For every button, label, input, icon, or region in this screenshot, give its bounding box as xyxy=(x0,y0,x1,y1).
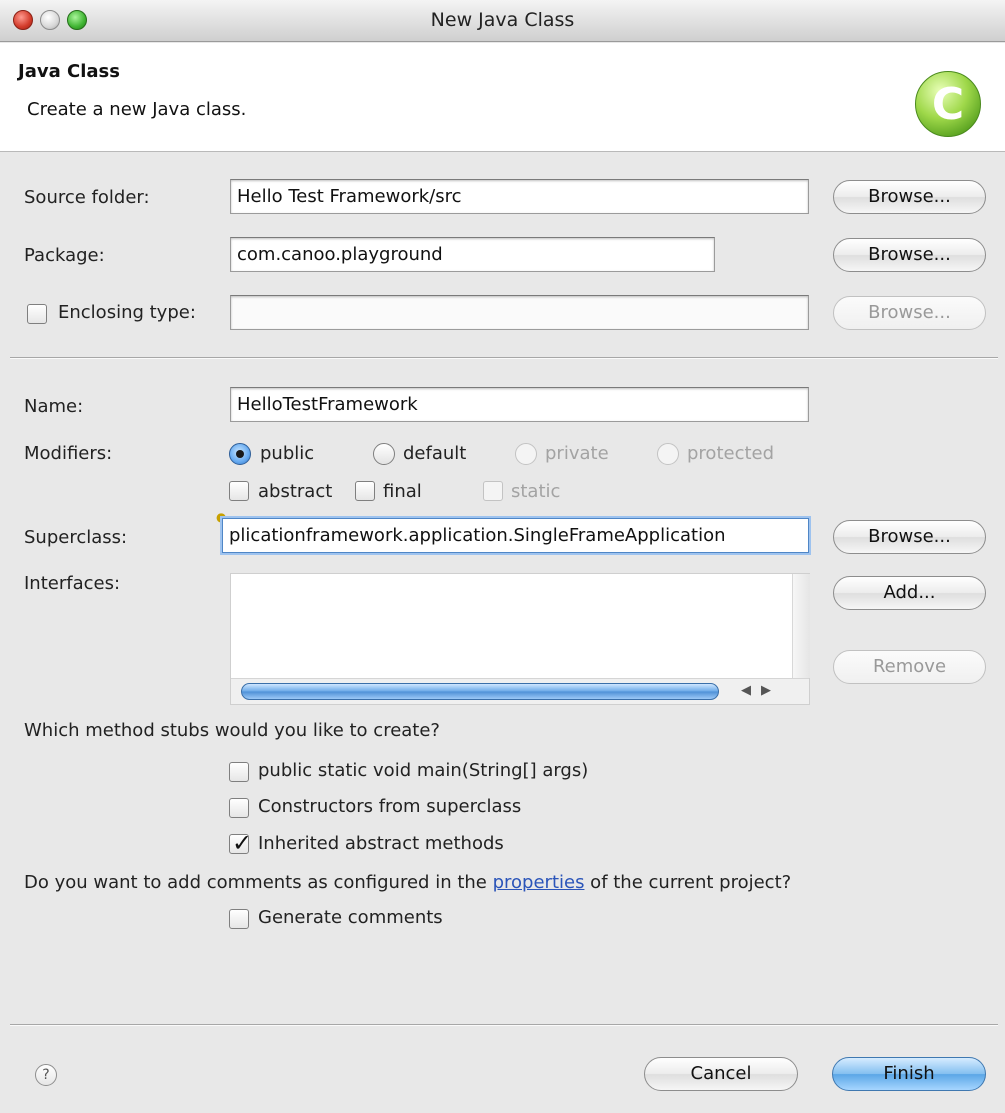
modifiers-label: Modifiers: xyxy=(24,443,113,464)
stub-inherited-abstract-checkbox[interactable]: ✓ xyxy=(229,829,252,857)
interfaces-horizontal-scrollbar[interactable]: ◀ ▶ xyxy=(231,678,809,704)
package-field[interactable]: com.canoo.playground xyxy=(230,237,715,272)
scroll-left-arrow-icon[interactable]: ◀ xyxy=(741,683,751,698)
stub-constructors-label: Constructors from superclass xyxy=(258,796,522,817)
modifier-abstract-checkbox[interactable] xyxy=(229,481,249,501)
enclosing-type-checkbox[interactable] xyxy=(27,304,47,324)
comments-question-suffix: of the current project? xyxy=(584,872,792,893)
stub-constructors-checkbox[interactable] xyxy=(229,798,249,818)
scroll-right-arrow-icon[interactable]: ▶ xyxy=(761,683,771,698)
comments-question-prefix: Do you want to add comments as configure… xyxy=(24,872,493,893)
enclosing-type-field[interactable] xyxy=(230,295,809,330)
remove-interface-button: Remove xyxy=(833,650,986,684)
stub-inherited-abstract-label: Inherited abstract methods xyxy=(258,833,504,854)
source-folder-field[interactable]: Hello Test Framework/src xyxy=(230,179,809,214)
stub-main-label: public static void main(String[] args) xyxy=(258,760,589,781)
interfaces-vertical-scrollbar[interactable] xyxy=(792,574,810,678)
superclass-label: Superclass: xyxy=(24,527,128,548)
modifier-private-radio xyxy=(515,443,537,465)
generate-comments-checkbox[interactable] xyxy=(229,909,249,929)
modifier-abstract-label: abstract xyxy=(258,481,333,502)
modifier-static-label: static xyxy=(511,481,561,502)
modifier-default-label: default xyxy=(403,443,467,464)
interfaces-label: Interfaces: xyxy=(24,573,121,594)
class-name-field[interactable]: HelloTestFramework xyxy=(230,387,809,422)
horizontal-scroll-thumb[interactable] xyxy=(241,683,719,700)
comments-question: Do you want to add comments as configure… xyxy=(24,872,791,893)
title-bar: New Java Class xyxy=(0,0,1005,42)
modifier-public-radio[interactable] xyxy=(229,443,251,465)
enclosing-type-browse-button: Browse... xyxy=(833,296,986,330)
package-browse-button[interactable]: Browse... xyxy=(833,238,986,272)
superclass-field[interactable]: plicationframework.application.SingleFra… xyxy=(222,518,809,553)
help-icon[interactable]: ? xyxy=(35,1064,57,1086)
modifier-protected-radio xyxy=(657,443,679,465)
modifier-static-checkbox xyxy=(483,481,503,501)
superclass-browse-button[interactable]: Browse... xyxy=(833,520,986,554)
modifier-private-label: private xyxy=(545,443,609,464)
method-stubs-question: Which method stubs would you like to cre… xyxy=(24,720,440,741)
cancel-button[interactable]: Cancel xyxy=(644,1057,798,1091)
add-interface-button[interactable]: Add... xyxy=(833,576,986,610)
finish-button[interactable]: Finish xyxy=(832,1057,986,1091)
modifier-final-checkbox[interactable] xyxy=(355,481,375,501)
modifier-default-radio[interactable] xyxy=(373,443,395,465)
enclosing-type-label: Enclosing type: xyxy=(58,302,196,323)
name-label: Name: xyxy=(24,396,84,417)
checkmark-icon: ✓ xyxy=(232,829,253,857)
window-title: New Java Class xyxy=(430,9,575,31)
footer-divider xyxy=(10,1024,998,1026)
wizard-page-title: Java Class xyxy=(18,61,120,82)
package-label: Package: xyxy=(24,245,105,266)
wizard-page-description: Create a new Java class. xyxy=(27,99,247,120)
source-folder-label: Source folder: xyxy=(24,187,150,208)
properties-link[interactable]: properties xyxy=(493,872,585,893)
interfaces-list[interactable]: ◀ ▶ xyxy=(230,573,810,705)
source-folder-browse-button[interactable]: Browse... xyxy=(833,180,986,214)
new-java-class-dialog: New Java Class Java Class Create a new J… xyxy=(0,0,1005,1113)
modifier-final-label: final xyxy=(383,481,422,502)
generate-comments-label: Generate comments xyxy=(258,907,443,928)
modifier-public-label: public xyxy=(260,443,315,464)
section-divider xyxy=(10,357,998,359)
class-c-icon: C xyxy=(915,71,981,137)
wizard-header: Java Class Create a new Java class. C xyxy=(0,43,1005,152)
stub-main-checkbox[interactable] xyxy=(229,762,249,782)
modifier-protected-label: protected xyxy=(687,443,775,464)
